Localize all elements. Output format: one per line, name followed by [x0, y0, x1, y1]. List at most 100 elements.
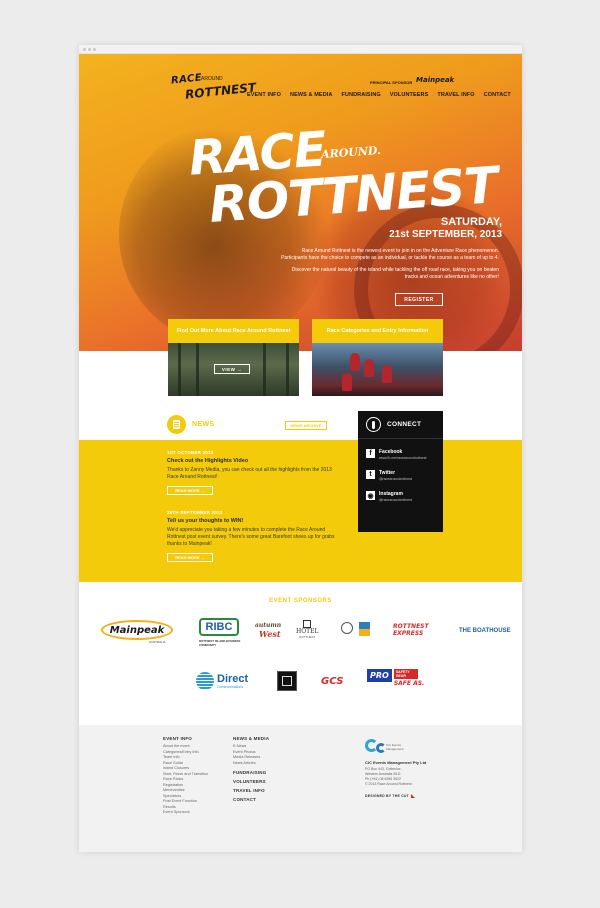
sponsor-dark-logo[interactable] [277, 671, 297, 691]
instagram-icon: ◉ [366, 491, 375, 500]
social-facebook[interactable]: f Facebook www.fb.me/racearoundrottnest [358, 449, 443, 460]
news-item-title[interactable]: Check out the Highlights Video [167, 458, 337, 464]
news-archive-button[interactable]: NEWS ARCHIVE [285, 421, 327, 430]
rottnest-express-logo: ROTTNEST EXPRESS [393, 623, 429, 637]
news-header: NEWS [167, 415, 215, 434]
news-date: 26TH SEPTEMBER 2013 [167, 510, 223, 515]
window-dot [88, 48, 91, 51]
copyright: © 2013 Race Around Rottnest [365, 782, 412, 786]
nav-travel-info[interactable]: TRAVEL INFO [437, 92, 474, 98]
mainpeak-sub: AUSTRALIA [149, 640, 166, 644]
social-text: Instagram @racearoundrottnest [379, 491, 412, 502]
designed-by-text: DESIGNED BY THE CUT [365, 794, 409, 798]
cic-logo: CiC Events Management [365, 739, 404, 756]
site-logo[interactable]: RACE AROUND ROTTNEST [170, 72, 257, 101]
rider [382, 365, 392, 383]
connect-icon [366, 417, 381, 432]
footer-link[interactable]: Event Sponsors [163, 810, 208, 816]
social-handle: www.fb.me/racearoundrottnest [379, 456, 427, 460]
social-handle: @racearoundrottnest [379, 477, 412, 481]
sponsor-rottnest-express[interactable]: ROTTNEST EXPRESS [393, 623, 433, 637]
sponsor-tourism[interactable] [359, 622, 370, 636]
sponsor-hotel-rottnest[interactable]: HOTEL ROTTNEST [296, 620, 319, 639]
sponsor-direct[interactable]: Direct Communications [196, 672, 248, 690]
tree [196, 343, 199, 396]
logo-line-1: RACE [170, 72, 203, 87]
hotel-sub: ROTTNEST [299, 635, 316, 639]
nav-news-media[interactable]: NEWS & MEDIA [290, 92, 332, 98]
sponsor-pro-safety-gear[interactable]: PRO SAFETY GEAR SAFE AS. [367, 669, 424, 687]
nav-fundraising[interactable]: FUNDRAISING [341, 92, 380, 98]
mainpeak-logo: Mainpeak [101, 620, 173, 640]
promo-race-categories[interactable]: Race Categories and Entry Information [312, 319, 443, 396]
promo-find-out-more[interactable]: Find Out More About Race Around Rottnest… [168, 319, 299, 396]
dark-logo-icon [277, 671, 297, 691]
tourism-icon [359, 622, 370, 636]
sponsor-boathouse[interactable]: THE BOATHOUSE [459, 628, 511, 634]
social-twitter[interactable]: t Twitter @racearoundrottnest [358, 470, 443, 481]
hotel-icon [303, 620, 312, 628]
hero-paragraph-2: Discover the natural beauty of the islan… [291, 267, 499, 280]
social-name: Instagram [379, 491, 403, 497]
sponsors-title: EVENT SPONSORS [269, 598, 332, 604]
nav-event-info[interactable]: EVENT INFO [247, 92, 281, 98]
sponsor-gcs[interactable]: GCS [321, 676, 343, 687]
footer-travel-info[interactable]: TRAVEL INFO [233, 788, 269, 793]
footer-link[interactable]: News Articles [233, 761, 269, 767]
hero-banner: RACE AROUND ROTTNEST PRINCIPAL SPONSOR M… [79, 54, 522, 351]
news-icon [167, 415, 186, 434]
news-item-title[interactable]: Tell us your thoughts to WIN! [167, 518, 337, 524]
view-button[interactable]: VIEW → [214, 364, 250, 374]
read-more-button[interactable]: READ MORE → [167, 486, 213, 495]
gcs-logo: GCS [321, 676, 344, 687]
direct-text: Direct [217, 672, 249, 685]
direct-icon [196, 672, 214, 690]
register-button[interactable]: REGISTER [395, 293, 443, 306]
tree [286, 343, 289, 396]
footer-fundraising[interactable]: FUNDRAISING [233, 770, 269, 775]
sponsor-ribc[interactable]: RIBC ROTTNEST ISLAND BUSINESS COMMUNITY [199, 618, 249, 647]
twitter-icon: t [366, 470, 375, 479]
connect-header: CONNECT [358, 411, 443, 439]
autumn-text: autumn [255, 622, 282, 629]
site-footer: EVENT INFO About the event Categories/En… [79, 725, 522, 852]
news-item-text: We'd appreciate you taking a few minutes… [167, 527, 335, 547]
dark-logo-mark [282, 676, 292, 686]
footer-volunteers[interactable]: VOLUNTEERS [233, 779, 269, 784]
nav-volunteers[interactable]: VOLUNTEERS [390, 92, 429, 98]
company-address: PO Box 443, Cottesloe, Western Australia… [365, 767, 426, 787]
sponsor-autumn-west[interactable]: autumn West [255, 622, 281, 639]
footer-company: CiC Events Management CIC Events Managem… [365, 739, 426, 787]
forest-trail-image: VIEW → [168, 343, 299, 396]
social-instagram[interactable]: ◉ Instagram @racearoundrottnest [358, 491, 443, 502]
principal-sponsor-logo[interactable]: Mainpeak [416, 76, 454, 84]
ribc-sub: ROTTNEST ISLAND BUSINESS COMMUNITY [199, 639, 241, 647]
event-date: 21st SEPTEMBER, 2013 [389, 229, 502, 240]
connect-panel: CONNECT f Facebook www.fb.me/racearoundr… [358, 411, 443, 532]
social-name: Facebook [379, 449, 403, 455]
news-item: 26TH SEPTEMBER 2013 Tell us your thought… [167, 510, 337, 562]
read-more-button[interactable]: READ MORE → [167, 553, 213, 562]
mainpeak-name: Mainpeak [109, 624, 165, 636]
sponsor-mainpeak[interactable]: Mainpeak AUSTRALIA [101, 620, 173, 644]
window-dot [83, 48, 86, 51]
social-name: Twitter [379, 470, 396, 476]
direct-sub: Communications [217, 684, 244, 689]
tree [263, 343, 266, 396]
connect-title: CONNECT [387, 421, 422, 428]
tree [178, 343, 181, 396]
west-text: West [259, 629, 281, 639]
safety-gear-badge: SAFETY GEAR [393, 669, 418, 679]
footer-contact[interactable]: CONTACT [233, 797, 269, 802]
sponsor-crest[interactable] [341, 622, 353, 634]
nav-contact[interactable]: CONTACT [484, 92, 511, 98]
crest-icon [341, 622, 353, 634]
browser-window: RACE AROUND ROTTNEST PRINCIPAL SPONSOR M… [79, 45, 522, 852]
safe-as-text: SAFE AS. [393, 680, 425, 687]
facebook-icon: f [366, 449, 375, 458]
footer-heading[interactable]: EVENT INFO [163, 736, 208, 741]
designed-by[interactable]: DESIGNED BY THE CUT [365, 794, 415, 799]
browser-chrome [79, 45, 522, 54]
social-handle: @racearoundrottnest [379, 498, 412, 502]
footer-heading[interactable]: NEWS & MEDIA [233, 736, 269, 741]
